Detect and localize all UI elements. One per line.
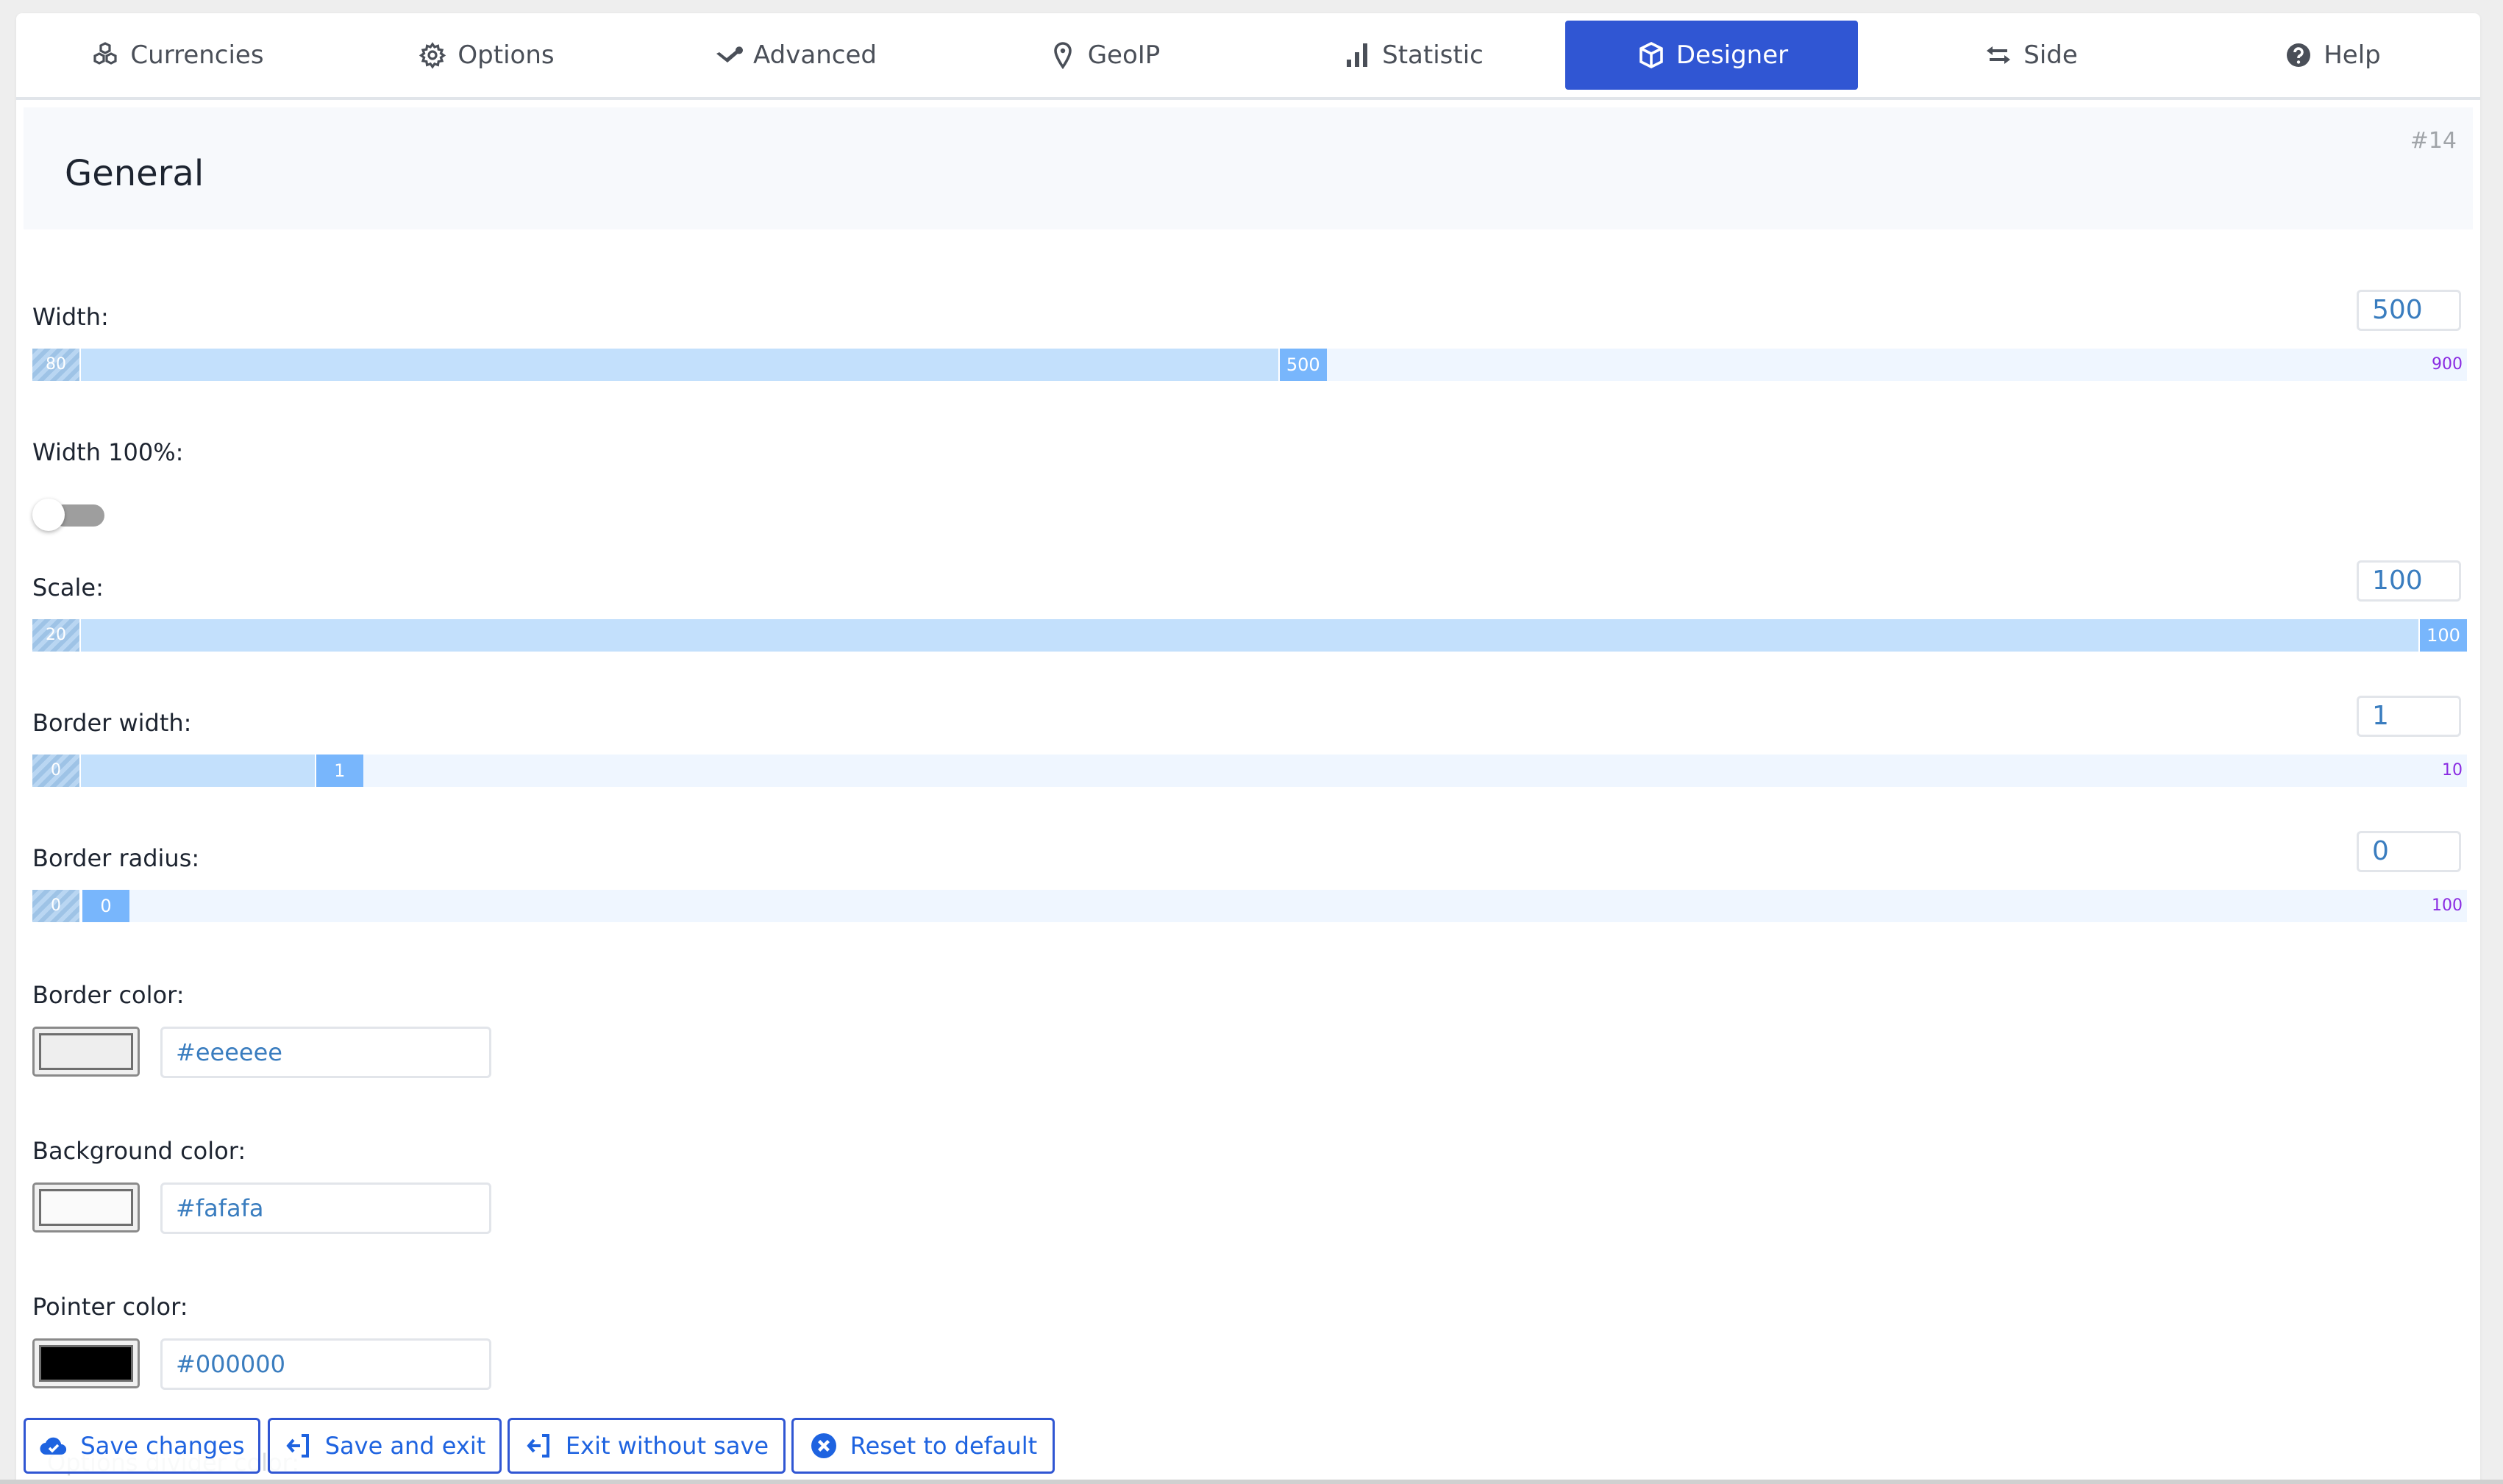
cubes-icon: [89, 40, 121, 70]
background-color-swatch[interactable]: [32, 1182, 140, 1232]
slider-min-label: 80: [32, 349, 81, 381]
section-header: General #14: [24, 107, 2473, 229]
pointer-color-label: Pointer color:: [32, 1293, 188, 1321]
tab-advanced[interactable]: Advanced: [647, 21, 941, 90]
tab-label: Designer: [1676, 40, 1789, 70]
sign-out-icon: [284, 1431, 313, 1460]
tab-label: GeoIP: [1087, 40, 1161, 70]
toggle-knob: [32, 499, 65, 531]
section-id: #14: [2410, 128, 2457, 154]
button-label: Save and exit: [324, 1432, 486, 1460]
slider-handle[interactable]: 500: [1278, 349, 1327, 381]
border-color-input[interactable]: #eeeeee: [160, 1027, 491, 1078]
slider-handle[interactable]: 1: [314, 755, 363, 787]
times-circle-icon: [809, 1431, 839, 1460]
width-slider[interactable]: 80 500 900: [32, 349, 2467, 381]
tab-currencies[interactable]: Currencies: [29, 21, 324, 90]
border-radius-input[interactable]: 0: [2357, 831, 2461, 872]
tab-bar: Currencies Options Advanced GeoIP Statis…: [16, 13, 2480, 100]
section-title: General: [65, 153, 204, 194]
horizontal-scrollbar[interactable]: [0, 1480, 2503, 1484]
slider-min-label: 0: [32, 755, 81, 787]
tab-label: Help: [2324, 40, 2381, 70]
question-circle-icon: [2282, 40, 2315, 70]
tab-statistic[interactable]: Statistic: [1265, 21, 1559, 90]
tab-label: Statistic: [1382, 40, 1484, 70]
width-100-label: Width 100%:: [32, 438, 184, 466]
slider-max-label: 100: [2432, 896, 2463, 915]
swatch-color: [39, 1345, 133, 1382]
button-label: Exit without save: [565, 1432, 769, 1460]
tab-side[interactable]: Side: [1883, 21, 2177, 90]
slider-fill: [32, 349, 1278, 381]
pointer-color-input[interactable]: #000000: [160, 1338, 491, 1390]
scale-label: Scale:: [32, 574, 104, 602]
save-and-exit-button[interactable]: Save and exit: [268, 1418, 502, 1474]
slider-min-label: 20: [32, 619, 81, 652]
border-radius-label: Border radius:: [32, 844, 200, 872]
scale-slider[interactable]: 20 100 100: [32, 619, 2467, 652]
swatch-color: [39, 1189, 133, 1226]
tab-designer[interactable]: Designer: [1565, 21, 1858, 90]
tab-label: Options: [457, 40, 555, 70]
map-pin-icon: [1047, 40, 1079, 70]
wrench-icon: [712, 40, 744, 70]
border-width-slider[interactable]: 0 1 10: [32, 755, 2467, 787]
pointer-color-swatch[interactable]: [32, 1338, 140, 1388]
button-label: Reset to default: [850, 1432, 1038, 1460]
button-label: Save changes: [80, 1432, 245, 1460]
cloud-check-icon: [39, 1431, 68, 1460]
slider-min-label: 0: [32, 890, 81, 922]
save-changes-button[interactable]: Save changes: [24, 1418, 260, 1474]
slider-handle[interactable]: 0: [81, 890, 129, 922]
width-100-toggle[interactable]: [32, 497, 112, 532]
border-width-label: Border width:: [32, 709, 192, 737]
tab-label: Side: [2023, 40, 2078, 70]
tab-label: Currencies: [130, 40, 264, 70]
sign-out-icon: [524, 1431, 554, 1460]
tab-label: Advanced: [753, 40, 877, 70]
slider-fill: [32, 619, 2418, 652]
cube-icon: [1635, 40, 1667, 70]
width-input[interactable]: 500: [2357, 290, 2461, 331]
border-width-input[interactable]: 1: [2357, 696, 2461, 737]
scale-input[interactable]: 100: [2357, 560, 2461, 602]
exit-without-save-button[interactable]: Exit without save: [508, 1418, 786, 1474]
border-color-swatch[interactable]: [32, 1027, 140, 1077]
width-label: Width:: [32, 303, 109, 331]
tab-help[interactable]: Help: [2192, 21, 2471, 90]
tab-geoip[interactable]: GeoIP: [956, 21, 1250, 90]
border-radius-slider[interactable]: 0 0 100: [32, 890, 2467, 922]
slider-max-label: 10: [2442, 761, 2463, 780]
bar-chart-icon: [1341, 40, 1373, 70]
reset-to-default-button[interactable]: Reset to default: [791, 1418, 1055, 1474]
swatch-color: [39, 1033, 133, 1070]
slider-handle[interactable]: 100: [2418, 619, 2467, 652]
gear-icon: [416, 40, 449, 70]
border-color-label: Border color:: [32, 981, 185, 1009]
exchange-arrows-icon: [1982, 40, 2015, 70]
tab-options[interactable]: Options: [338, 21, 633, 90]
settings-panel: Currencies Options Advanced GeoIP Statis…: [16, 13, 2480, 1484]
background-color-label: Background color:: [32, 1137, 246, 1165]
background-color-input[interactable]: #fafafa: [160, 1182, 491, 1234]
slider-max-label: 900: [2432, 355, 2463, 374]
